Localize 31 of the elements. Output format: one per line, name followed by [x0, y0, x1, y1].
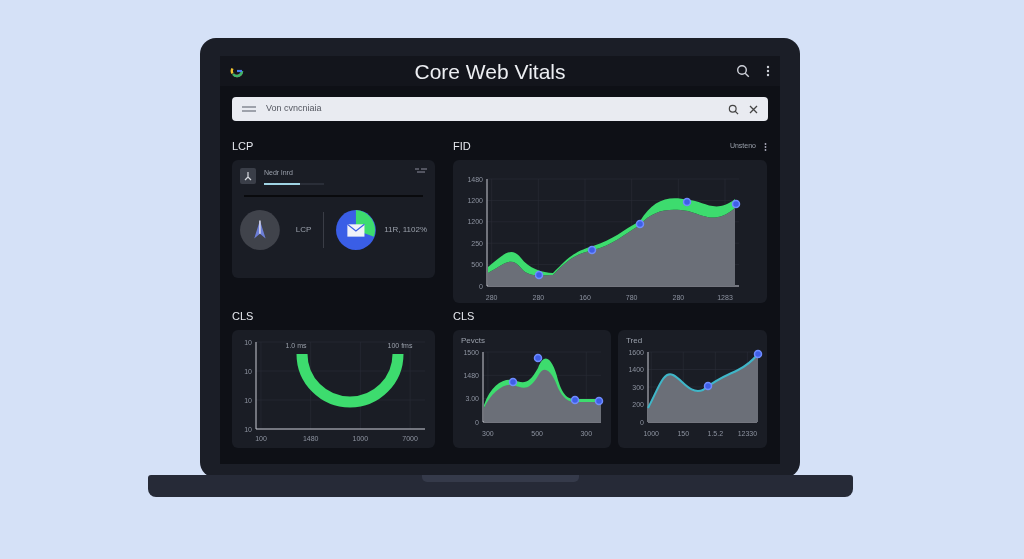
data-point: [570, 395, 580, 405]
data-point: [635, 219, 645, 229]
metric-value: 11R, 1102%: [384, 223, 427, 236]
search-icon[interactable]: [736, 64, 750, 78]
data-point: [703, 381, 713, 391]
search-icon[interactable]: [728, 103, 739, 115]
app-title: Core Web Vitals: [413, 60, 567, 82]
more-menu-icon[interactable]: [764, 142, 767, 151]
section-heading: LCP: [232, 141, 255, 152]
app-icon: [240, 208, 280, 251]
search-bar[interactable]: Von cvncniaia: [232, 97, 768, 121]
chart-title: Tred: [626, 336, 643, 345]
mail-icon: [336, 208, 377, 251]
search-field[interactable]: Von cvncniaia: [266, 102, 718, 116]
chart-title: Pevcts: [461, 336, 485, 345]
data-point: [594, 396, 604, 406]
more-menu-icon[interactable]: [766, 65, 770, 77]
data-point: [753, 349, 763, 359]
data-point: [534, 270, 544, 280]
data-point: [731, 199, 741, 209]
section-heading: CLS: [453, 311, 476, 322]
lines-icon: [415, 168, 427, 173]
data-point: [682, 197, 692, 207]
close-icon[interactable]: [749, 104, 758, 114]
data-point: [533, 353, 543, 363]
section-heading: FID: [453, 141, 471, 152]
metric-label: LCP: [295, 223, 312, 236]
section-heading: CLS: [232, 311, 255, 322]
fan-icon: [240, 168, 256, 184]
data-point: [587, 245, 597, 255]
data-point: [508, 377, 518, 387]
